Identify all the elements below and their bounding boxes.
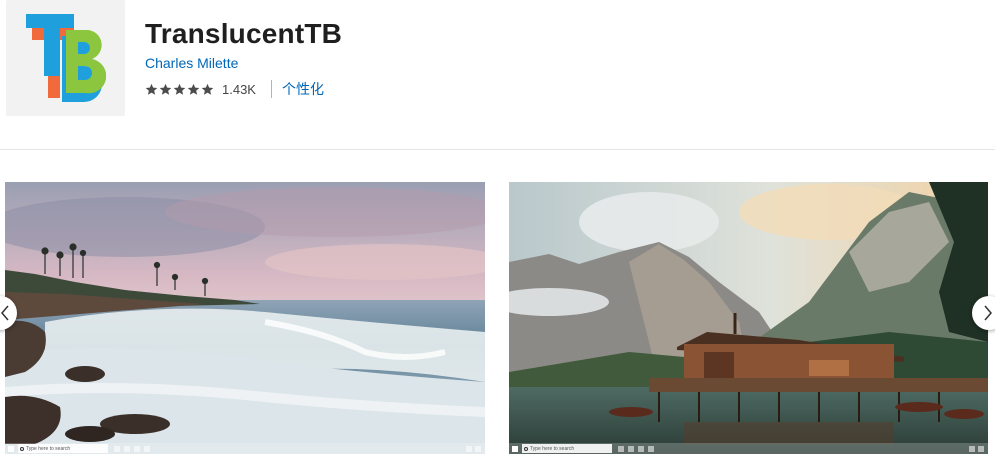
taskbar-search-placeholder: Type here to search — [530, 445, 575, 452]
category-link[interactable]: 个性化 — [282, 79, 324, 99]
app-logo — [26, 14, 106, 102]
taskbar-app-icon — [648, 445, 654, 452]
taskbar-app-icon — [134, 445, 140, 452]
star-icon — [201, 83, 214, 95]
publisher-link[interactable]: Charles Milette — [145, 55, 238, 71]
beach-image — [5, 182, 485, 454]
system-tray — [969, 445, 984, 452]
section-divider — [0, 149, 995, 150]
taskbar-app-icon — [114, 445, 120, 452]
windows-start-icon — [8, 445, 14, 452]
app-logo-tile — [6, 0, 125, 116]
mountain-lake-image — [509, 182, 988, 454]
taskbar-app-icon — [638, 445, 644, 452]
windows-start-icon — [512, 445, 518, 452]
search-icon — [524, 446, 528, 451]
star-icon — [145, 83, 158, 95]
taskbar-app-icon — [144, 445, 150, 452]
chevron-left-icon — [1, 305, 9, 321]
screenshot-1[interactable]: Type here to search — [5, 182, 485, 454]
carousel-next-button[interactable] — [972, 296, 995, 330]
search-icon — [20, 446, 24, 451]
taskbar: Type here to search — [509, 443, 988, 454]
taskbar-app-icon — [618, 445, 624, 452]
taskbar-search: Type here to search — [522, 444, 612, 453]
chevron-right-icon — [984, 305, 992, 321]
app-title: TranslucentTB — [145, 18, 343, 49]
taskbar-app-icon — [124, 445, 130, 452]
rating-count: 1.43K — [222, 81, 256, 97]
divider — [270, 80, 272, 98]
taskbar: Type here to search — [5, 443, 485, 454]
star-icon — [187, 83, 200, 95]
taskbar-apps — [114, 445, 150, 452]
carousel-prev-button[interactable] — [0, 296, 17, 330]
tray-icon — [978, 445, 984, 452]
screenshot-2[interactable]: Type here to search — [509, 182, 988, 454]
system-tray — [466, 445, 481, 452]
rating-row: 1.43K 个性化 — [145, 79, 324, 99]
rating-stars — [145, 83, 214, 96]
taskbar-apps — [618, 445, 654, 452]
star-icon — [159, 83, 172, 95]
star-icon — [173, 83, 186, 95]
tray-icon — [969, 445, 975, 452]
taskbar-app-icon — [628, 445, 634, 452]
tray-icon — [466, 445, 472, 452]
tray-icon — [475, 445, 481, 452]
taskbar-search-placeholder: Type here to search — [26, 445, 71, 452]
taskbar-search: Type here to search — [18, 444, 108, 453]
